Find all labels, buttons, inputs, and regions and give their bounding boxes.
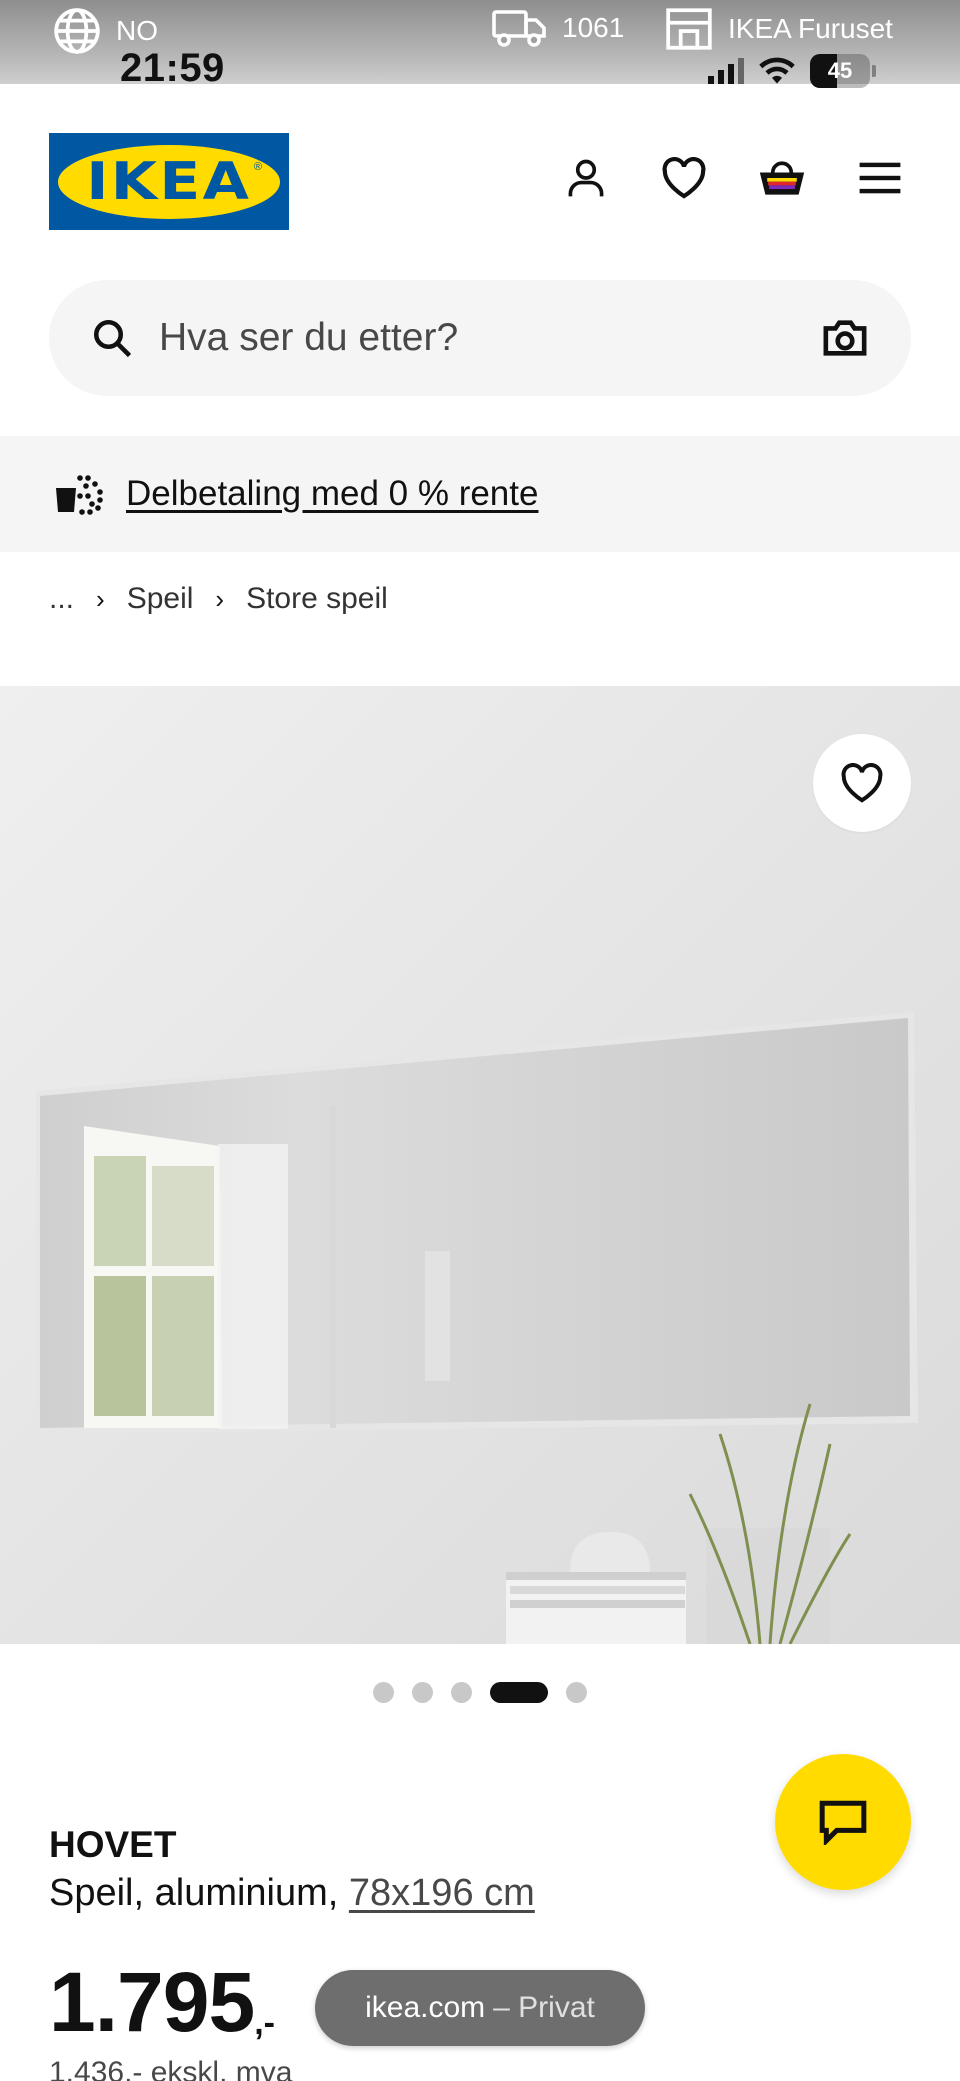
menu-icon: [859, 162, 901, 194]
favourites-button[interactable]: [660, 154, 708, 202]
battery-indicator: 45: [810, 54, 870, 88]
product-image[interactable]: [0, 686, 960, 1644]
menu-button[interactable]: [856, 154, 904, 202]
ikea-logo[interactable]: IKEA ®: [49, 133, 289, 230]
language-label: NO: [116, 15, 158, 46]
browser-domain-pill[interactable]: ikea.com – Privat: [315, 1970, 645, 2046]
store-label: IKEA Furuset: [728, 13, 893, 44]
chevron-right-icon: ›: [96, 583, 105, 614]
installment-icon: [56, 475, 103, 515]
search-input[interactable]: [159, 316, 819, 360]
basket-icon: [759, 161, 805, 195]
profile-icon: [568, 159, 604, 197]
profile-button[interactable]: [562, 154, 610, 202]
system-indicators: 45: [708, 54, 876, 88]
globe-icon: [54, 8, 100, 54]
delivery-postcode[interactable]: 1061: [492, 6, 624, 50]
store-icon: [666, 8, 712, 50]
installment-link[interactable]: Delbetaling med 0 % rente: [126, 474, 538, 514]
signal-icon: [708, 58, 744, 84]
truck-icon: [492, 10, 546, 47]
breadcrumb: ... › Speil › Store speil: [49, 582, 388, 616]
mirror-photo: [0, 686, 960, 1644]
postcode-label: 1061: [562, 12, 625, 43]
breadcrumb-item-store-speil[interactable]: Store speil: [246, 582, 388, 616]
breadcrumb-more[interactable]: ...: [49, 582, 74, 616]
product-size-link[interactable]: 78x196 cm: [349, 1872, 535, 1914]
product-type: Speil, aluminium,: [49, 1872, 349, 1914]
wifi-icon: [759, 57, 795, 84]
carousel-dot[interactable]: [412, 1682, 433, 1703]
basket-button[interactable]: [758, 154, 806, 202]
search-icon[interactable]: [89, 315, 135, 361]
product-price: 1.795 ,-: [49, 1960, 275, 2044]
logo-text: IKEA: [86, 151, 252, 212]
heart-icon: [662, 157, 706, 199]
chat-button[interactable]: [775, 1754, 911, 1890]
search-bar: [49, 280, 911, 396]
header-actions: [562, 154, 904, 202]
visual-search-button[interactable]: [819, 312, 871, 364]
price-decimal: ,-: [254, 2004, 275, 2042]
product-description: Speil, aluminium, 78x196 cm: [49, 1872, 535, 1915]
chevron-right-icon: ›: [215, 583, 225, 614]
browsing-mode-label: – Privat: [493, 1991, 595, 2024]
carousel-dot[interactable]: [566, 1682, 587, 1703]
promo-banner: Delbetaling med 0 % rente: [0, 436, 960, 552]
product-name: HOVET: [49, 1824, 177, 1865]
domain-label: ikea.com: [365, 1991, 486, 2024]
carousel-dot[interactable]: [451, 1682, 472, 1703]
carousel-dot-active[interactable]: [490, 1682, 548, 1703]
price-ex-vat: 1.436,- ekskl. mva: [49, 2056, 293, 2081]
carousel-dot[interactable]: [373, 1682, 394, 1703]
breadcrumb-item-speil[interactable]: Speil: [127, 582, 194, 616]
heart-icon: [841, 763, 883, 803]
store-selector[interactable]: IKEA Furuset: [664, 6, 893, 52]
add-to-favourites-button[interactable]: [813, 734, 911, 832]
site-header: IKEA ®: [0, 84, 960, 280]
price-integer: 1.795: [49, 1955, 255, 2049]
camera-icon: [823, 320, 867, 356]
top-status-bar: NO 1061 IKEA Furuset 21:59 45: [0, 0, 960, 90]
image-carousel-dots: [0, 1682, 960, 1703]
chat-icon: [819, 1800, 867, 1845]
